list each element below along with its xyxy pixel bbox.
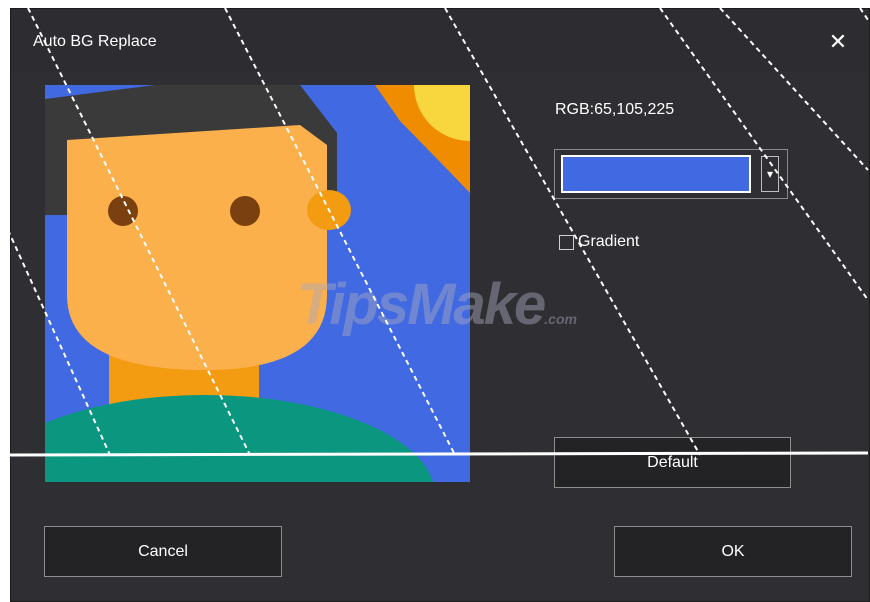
- color-swatch[interactable]: [561, 155, 751, 193]
- gradient-checkbox[interactable]: [559, 234, 574, 250]
- ear: [307, 190, 351, 230]
- left-eye: [108, 196, 138, 226]
- auto-bg-replace-dialog: Auto BG Replace ✕ RGB:65,105,225 ▾ Gradi…: [10, 8, 870, 602]
- dialog-title: Auto BG Replace: [33, 33, 157, 50]
- rgb-value-label: RGB:65,105,225: [555, 101, 675, 118]
- right-eye: [230, 196, 260, 226]
- image-preview: [45, 85, 470, 482]
- gradient-label: Gradient: [578, 233, 640, 250]
- chevron-down-icon[interactable]: ▾: [761, 156, 779, 192]
- gradient-option[interactable]: Gradient: [559, 233, 639, 251]
- default-button[interactable]: Default: [554, 437, 791, 488]
- close-icon[interactable]: ✕: [825, 29, 851, 55]
- watermark-suffix: .com: [544, 311, 577, 327]
- avatar-portrait: [45, 85, 470, 482]
- ok-button[interactable]: OK: [614, 526, 852, 577]
- color-select[interactable]: ▾: [554, 149, 788, 199]
- cancel-button[interactable]: Cancel: [44, 526, 282, 577]
- title-bar: Auto BG Replace ✕: [11, 9, 869, 71]
- face: [67, 125, 327, 370]
